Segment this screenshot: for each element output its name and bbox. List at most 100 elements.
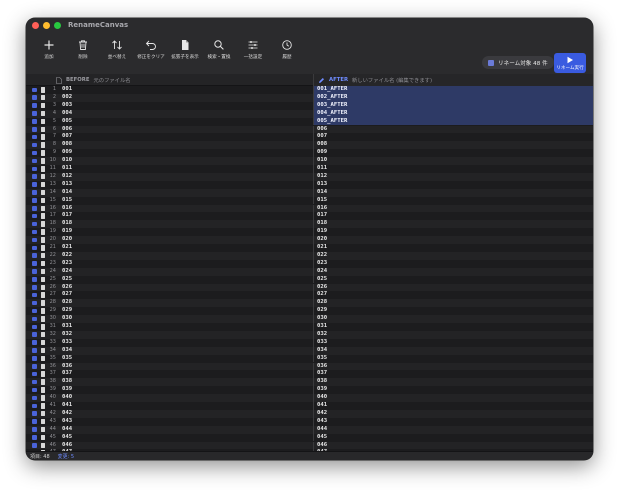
after-filename[interactable]: 001_AFTER: [313, 86, 593, 94]
row-checkbox[interactable]: [32, 190, 37, 195]
after-filename[interactable]: 045: [313, 433, 593, 442]
after-filename[interactable]: 009: [313, 149, 593, 158]
after-filename[interactable]: 031: [313, 323, 593, 331]
after-filename[interactable]: 036: [313, 362, 593, 371]
table-row[interactable]: 22 022 022: [26, 251, 593, 260]
after-filename[interactable]: 021: [313, 244, 593, 252]
row-checkbox[interactable]: [32, 269, 37, 274]
after-column-header[interactable]: AFTER 新しいファイル名 (編集できます): [313, 74, 593, 86]
table-row[interactable]: 33 033 033: [26, 338, 593, 347]
after-filename[interactable]: 015: [313, 196, 593, 205]
close-window-button[interactable]: [32, 22, 39, 29]
table-row[interactable]: 12 012 012: [26, 172, 593, 181]
after-filename[interactable]: 038: [313, 378, 593, 387]
row-checkbox[interactable]: [32, 245, 37, 250]
row-checkbox[interactable]: [32, 324, 37, 329]
batch-settings-button[interactable]: 一括設定: [236, 38, 270, 68]
row-checkbox[interactable]: [32, 166, 37, 171]
row-checkbox[interactable]: [32, 308, 37, 314]
table-row[interactable]: 2 002 002_AFTER: [26, 93, 593, 102]
after-filename[interactable]: 035: [313, 354, 593, 363]
after-filename[interactable]: 032: [313, 330, 593, 339]
table-row[interactable]: 18 018 018: [26, 220, 593, 229]
row-checkbox[interactable]: [32, 111, 37, 116]
after-filename[interactable]: 006: [313, 125, 593, 134]
after-filename[interactable]: 002_AFTER: [313, 93, 593, 102]
row-checkbox[interactable]: [32, 403, 37, 408]
row-checkbox[interactable]: [32, 95, 37, 100]
row-checkbox[interactable]: [32, 237, 37, 243]
row-checkbox[interactable]: [32, 395, 37, 401]
row-checkbox[interactable]: [32, 261, 37, 266]
after-filename[interactable]: 039: [313, 386, 593, 395]
table-row[interactable]: 35 035 035: [26, 354, 593, 363]
after-filename[interactable]: 033: [313, 338, 593, 347]
add-button[interactable]: 追加: [32, 38, 66, 68]
table-row[interactable]: 43 043 043: [26, 417, 593, 426]
row-checkbox[interactable]: [32, 387, 37, 393]
row-checkbox[interactable]: [32, 364, 37, 369]
table-row[interactable]: 23 023 023: [26, 259, 593, 268]
row-checkbox[interactable]: [32, 119, 37, 124]
after-filename[interactable]: 018: [313, 220, 593, 229]
table-row[interactable]: 3 003 003_AFTER: [26, 101, 593, 110]
sort-button[interactable]: 並べ替え: [100, 38, 134, 68]
table-row[interactable]: 46 046 046: [26, 441, 593, 450]
after-filename[interactable]: 043: [313, 417, 593, 426]
row-checkbox[interactable]: [32, 229, 37, 235]
after-filename[interactable]: 023: [313, 259, 593, 268]
table-row[interactable]: 1 001 001_AFTER: [26, 86, 593, 94]
row-checkbox[interactable]: [32, 206, 37, 211]
after-filename[interactable]: 028: [313, 299, 593, 308]
row-checkbox[interactable]: [32, 411, 37, 416]
after-filename[interactable]: 022: [313, 251, 593, 260]
row-checkbox[interactable]: [32, 150, 37, 156]
row-checkbox[interactable]: [32, 87, 37, 92]
after-filename[interactable]: 029: [313, 307, 593, 316]
row-checkbox[interactable]: [32, 221, 37, 227]
table-row[interactable]: 10 010 010: [26, 157, 593, 165]
row-checkbox[interactable]: [32, 198, 37, 203]
after-filename[interactable]: 030: [313, 315, 593, 323]
row-checkbox[interactable]: [32, 300, 37, 306]
minimize-window-button[interactable]: [43, 22, 50, 29]
row-checkbox[interactable]: [32, 213, 37, 219]
table-row[interactable]: 21 021 021: [26, 244, 593, 252]
row-checkbox[interactable]: [32, 443, 37, 448]
after-filename[interactable]: 008: [313, 141, 593, 150]
after-filename[interactable]: 026: [313, 283, 593, 292]
after-filename[interactable]: 014: [313, 188, 593, 197]
after-filename[interactable]: 004_AFTER: [313, 109, 593, 118]
delete-button[interactable]: 削除: [66, 38, 100, 68]
table-row[interactable]: 13 013 013: [26, 180, 593, 189]
table-row[interactable]: 36 036 036: [26, 362, 593, 371]
table-row[interactable]: 14 014 014: [26, 188, 593, 197]
table-row[interactable]: 16 016 016: [26, 204, 593, 213]
after-filename[interactable]: 012: [313, 172, 593, 181]
row-checkbox[interactable]: [32, 316, 37, 322]
after-filename[interactable]: 037: [313, 370, 593, 379]
show-extension-button[interactable]: 拡張子を表示: [168, 38, 202, 68]
after-filename[interactable]: 040: [313, 394, 593, 402]
after-filename[interactable]: 019: [313, 228, 593, 237]
table-row[interactable]: 25 025 025: [26, 275, 593, 284]
table-row[interactable]: 45 045 045: [26, 433, 593, 442]
after-filename[interactable]: 020: [313, 236, 593, 244]
after-filename[interactable]: 007: [313, 133, 593, 142]
after-filename[interactable]: 017: [313, 212, 593, 221]
after-filename[interactable]: 044: [313, 425, 593, 434]
after-filename[interactable]: 025: [313, 275, 593, 284]
table-row[interactable]: 31 031 031: [26, 323, 593, 331]
after-filename[interactable]: 003_AFTER: [313, 101, 593, 110]
table-row[interactable]: 39 039 039: [26, 386, 593, 395]
table-row[interactable]: 41 041 041: [26, 402, 593, 410]
after-filename[interactable]: 010: [313, 157, 593, 165]
table-row[interactable]: 24 024 024: [26, 267, 593, 276]
row-checkbox[interactable]: [32, 103, 37, 108]
after-filename[interactable]: 013: [313, 180, 593, 189]
table-row[interactable]: 15 015 015: [26, 196, 593, 205]
table-row[interactable]: 20 020 020: [26, 236, 593, 244]
table-row[interactable]: 26 026 026: [26, 283, 593, 292]
row-checkbox[interactable]: [32, 348, 37, 353]
after-filename[interactable]: 046: [313, 441, 593, 450]
